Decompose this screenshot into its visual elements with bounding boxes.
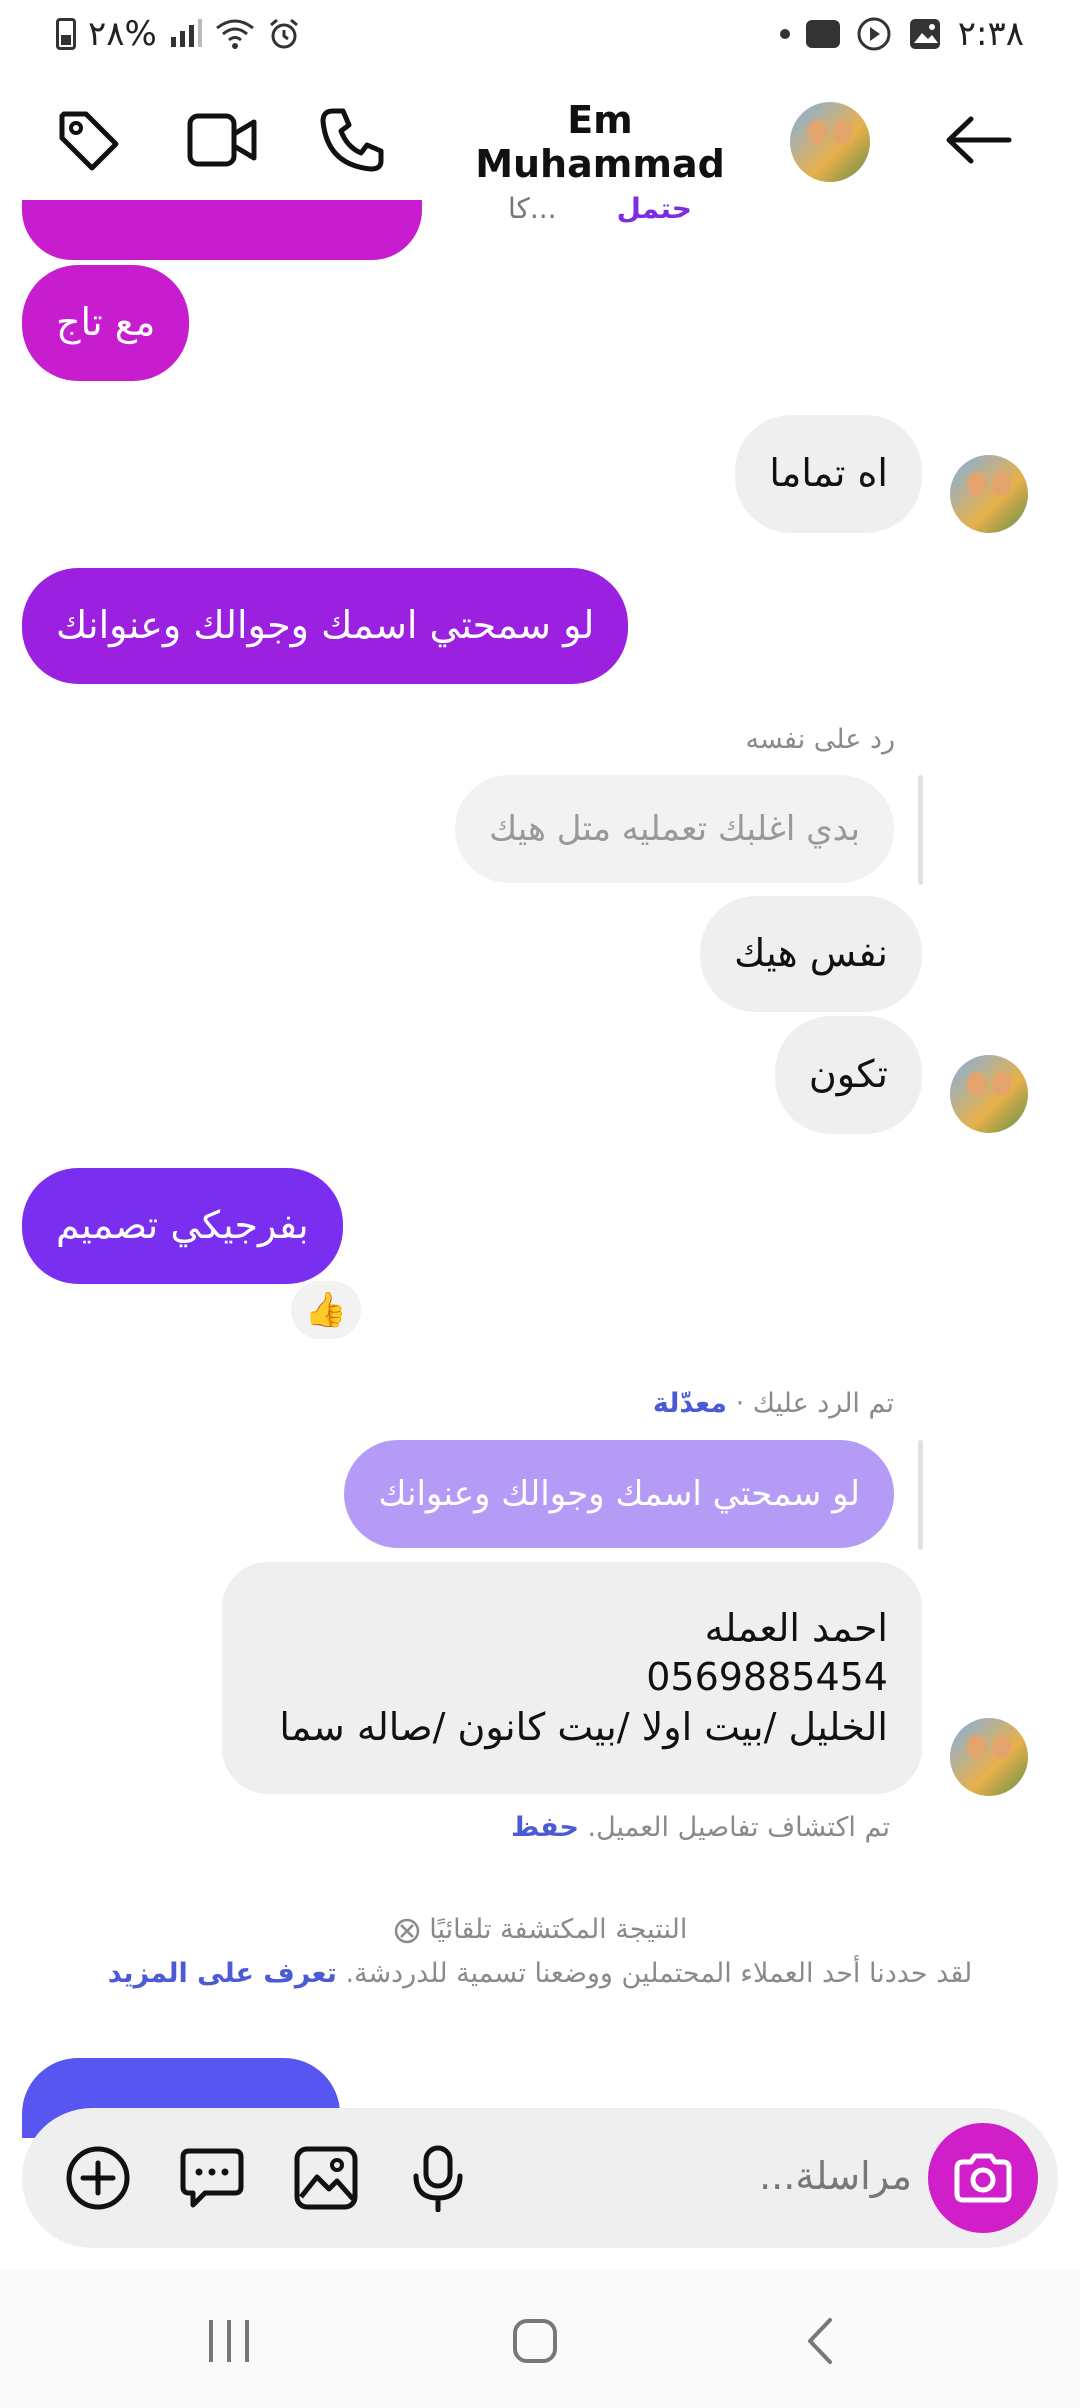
quoted-message[interactable]: بدي اغلبك تعمليه متل هيك <box>455 775 894 883</box>
recent-apps-button[interactable] <box>184 2306 274 2376</box>
home-button[interactable] <box>490 2306 580 2376</box>
reply-context-label: رد على نفسه <box>745 724 895 755</box>
arrow-left-icon <box>946 116 1012 164</box>
tag-icon <box>59 111 119 171</box>
status-bar-right: ٢:٣٨ <box>779 14 1024 54</box>
auto-detect-title: النتيجة المكتشفة تلقائيًا <box>80 1914 1000 1945</box>
signal-icon <box>170 19 202 47</box>
add-button[interactable] <box>60 2140 136 2216</box>
wifi-icon <box>215 19 254 49</box>
chat-header: Em Muhammad كا... حتمل <box>0 80 1080 225</box>
save-details-link[interactable]: حفظ <box>511 1812 579 1843</box>
system-back-button[interactable] <box>774 2306 864 2376</box>
gallery-notification-icon <box>909 19 940 49</box>
quoted-message-text: بدي اغلبك تعمليه متل هيك <box>489 809 860 849</box>
voice-call-button[interactable] <box>312 100 392 180</box>
image-icon <box>294 2146 358 2210</box>
quoted-message[interactable]: لو سمحتي اسمك وجوالك وعنوانك <box>344 1440 894 1548</box>
battery-level: ٢٨% <box>88 14 157 54</box>
message-text: تكون <box>808 1052 888 1097</box>
message-bubble-outgoing[interactable]: مع تاج <box>22 265 190 381</box>
battery-icon <box>56 18 76 50</box>
learn-more-link[interactable]: تعرف على المزيد <box>108 1958 337 1989</box>
potential-customer-label: حتمل <box>616 192 692 225</box>
home-icon <box>513 2319 557 2363</box>
customer-details-detected: تم اكتشاف تفاصيل العميل. حفظ <box>511 1812 890 1843</box>
contact-name: Em Muhammad <box>475 98 725 186</box>
message-line-name: احمد العمله <box>704 1605 888 1650</box>
plus-circle-icon <box>66 2146 130 2210</box>
message-bubble-incoming[interactable]: اه تماما <box>735 415 922 533</box>
back-button[interactable] <box>938 100 1018 180</box>
message-bubble-outgoing[interactable]: لو سمحتي اسمك وجوالك وعنوانك <box>22 568 629 684</box>
reply-indicator-bar <box>918 1440 923 1550</box>
replied-to-you-text: تم الرد عليك · <box>727 1388 894 1419</box>
message-bubble-incoming[interactable]: نفس هيك <box>700 896 922 1012</box>
message-text: بفرجيكي تصميم <box>56 1203 309 1248</box>
message-reaction[interactable]: 👍 <box>288 1278 364 1342</box>
customer-details-detected-text: تم اكتشاف تفاصيل العميل. <box>578 1812 890 1843</box>
chat-bubble-icon <box>180 2148 244 2208</box>
typing-indicator: كا... <box>508 192 557 225</box>
tag-button[interactable] <box>48 100 128 180</box>
sender-avatar[interactable] <box>950 1718 1028 1796</box>
status-bar-left: ٢٨% <box>56 14 301 54</box>
video-call-button[interactable] <box>182 100 262 180</box>
status-bar: ٢٨% ٢:٣٨ <box>0 0 1080 70</box>
message-line-phone: 0569885454 <box>646 1655 888 1700</box>
notification-dot-icon <box>779 29 790 39</box>
message-bubble-outgoing-partial[interactable] <box>22 200 422 260</box>
app-notification-icon <box>857 17 891 51</box>
ai-sparkle-icon <box>394 1918 419 1943</box>
reply-context-label: تم الرد عليك · معدّلة <box>653 1388 894 1419</box>
message-text: نفس هيك <box>734 931 888 976</box>
system-navigation-bar <box>0 2270 1080 2408</box>
camera-button[interactable] <box>928 2123 1038 2233</box>
recent-apps-icon <box>209 2320 249 2362</box>
voice-message-button[interactable] <box>400 2140 476 2216</box>
gallery-button[interactable] <box>288 2140 364 2216</box>
alarm-icon <box>269 18 298 49</box>
contact-title[interactable]: Em Muhammad كا... حتمل <box>440 98 760 225</box>
message-text: لو سمحتي اسمك وجوالك وعنوانك <box>56 603 595 648</box>
camera-icon <box>954 2153 1012 2203</box>
message-bubble-incoming[interactable]: تكون <box>774 1016 922 1134</box>
reply-indicator-bar <box>918 775 923 885</box>
message-bubble-incoming-details[interactable]: احمد العمله 0569885454 الخليل /بيت اولا … <box>222 1562 922 1794</box>
auto-detect-notice: لقد حددنا أحد العملاء المحتملين ووضعنا ت… <box>80 1958 1000 1989</box>
youtube-icon <box>805 20 840 48</box>
auto-detect-title-text: النتيجة المكتشفة تلقائيًا <box>429 1914 688 1945</box>
microphone-icon <box>413 2145 463 2212</box>
video-camera-icon <box>187 113 257 167</box>
message-input[interactable] <box>582 2144 912 2208</box>
sender-avatar[interactable] <box>950 455 1028 533</box>
contact-subtitle: كا... حتمل <box>440 192 760 225</box>
quoted-message-text: لو سمحتي اسمك وجوالك وعنوانك <box>378 1474 860 1514</box>
contact-avatar[interactable] <box>790 102 870 182</box>
sender-avatar[interactable] <box>950 1055 1028 1133</box>
message-composer <box>22 2108 1058 2248</box>
auto-detect-body: لقد حددنا أحد العملاء المحتملين ووضعنا ت… <box>336 1958 973 1989</box>
thumbs-up-icon: 👍 <box>304 1290 348 1330</box>
message-bubble-outgoing[interactable]: بفرجيكي تصميم <box>22 1168 343 1284</box>
chevron-left-icon <box>808 2318 832 2364</box>
sticker-button[interactable] <box>174 2140 250 2216</box>
message-text: اه تماما <box>769 451 888 496</box>
phone-icon <box>320 108 384 172</box>
message-text: مع تاج <box>56 300 156 345</box>
clock: ٢:٣٨ <box>957 14 1024 54</box>
edited-label: معدّلة <box>652 1388 727 1419</box>
message-line-address: الخليل /بيت اولا /بيت كانون /صاله سما <box>279 1704 888 1749</box>
